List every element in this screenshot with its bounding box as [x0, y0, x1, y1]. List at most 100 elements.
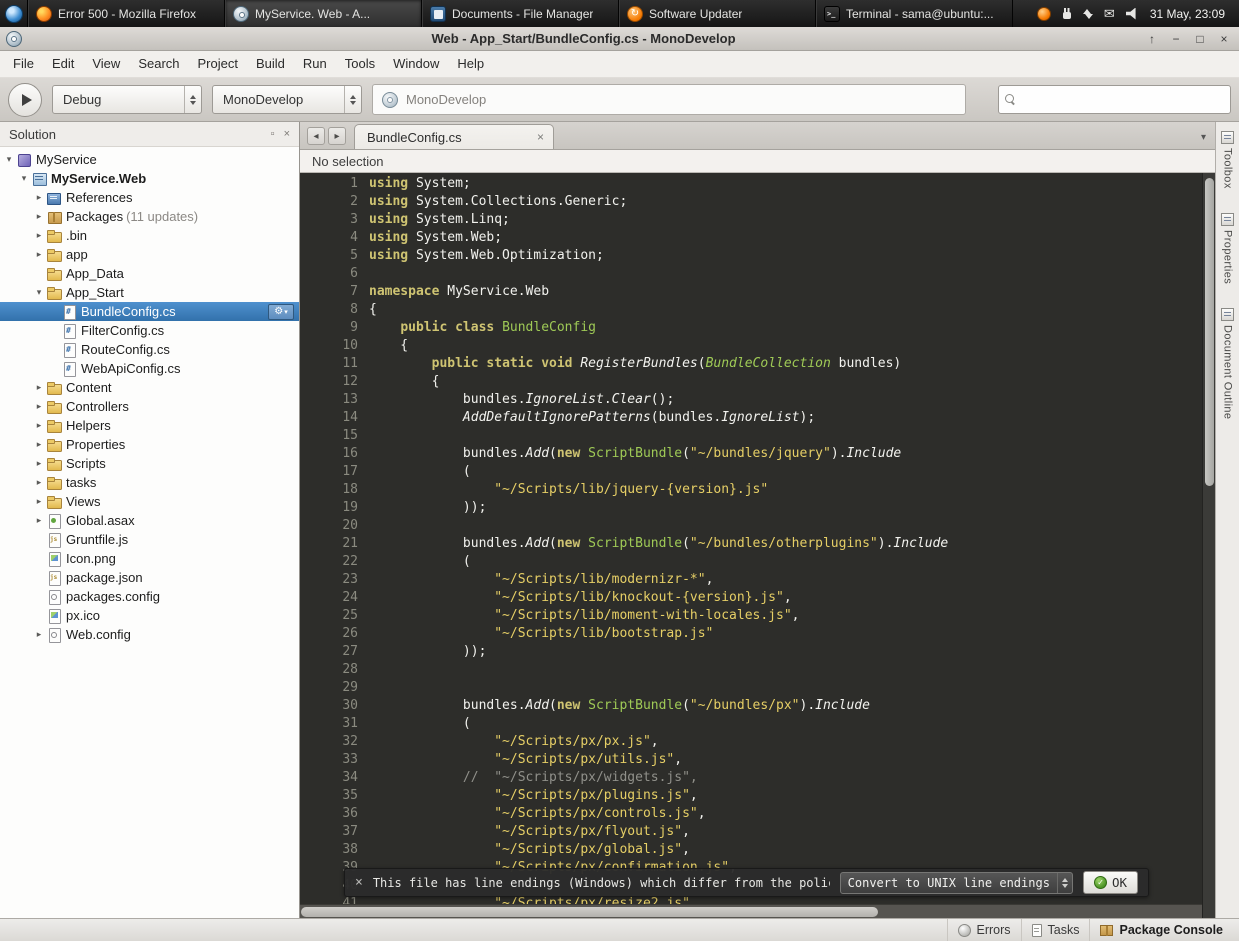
tree-item-properties[interactable]: ▸ Properties	[0, 435, 299, 454]
tree-item-bundleconfig-cs[interactable]: BundleConfig.cs ⚙▾	[0, 302, 299, 321]
statusbar-tasks[interactable]: Tasks	[1020, 919, 1090, 941]
pad-close-icon[interactable]: ×	[284, 128, 290, 140]
tree-item-app-data[interactable]: App_Data	[0, 264, 299, 283]
tree-item-routeconfig-cs[interactable]: RouteConfig.cs	[0, 340, 299, 359]
menu-file[interactable]: File	[4, 51, 43, 77]
pad-autohide-icon[interactable]: ▫	[271, 128, 275, 140]
tree-item-myservice[interactable]: ▾ MyService	[0, 150, 299, 169]
vertical-scrollbar-thumb[interactable]	[1204, 178, 1214, 486]
volume-icon[interactable]	[1125, 7, 1136, 20]
code-text: "~/Scripts/px/controls.js",	[494, 806, 706, 821]
runtime-selector[interactable]: MonoDevelop	[212, 85, 362, 114]
maximize-button[interactable]: □	[1193, 32, 1207, 46]
folder-icon	[46, 266, 62, 282]
horizontal-scrollbar[interactable]	[300, 904, 1202, 918]
tree-item-helpers[interactable]: ▸ Helpers	[0, 416, 299, 435]
tree-item-web-config[interactable]: ▸ Web.config	[0, 625, 299, 644]
tree-item-references[interactable]: ▸ References	[0, 188, 299, 207]
nav-forward-button[interactable]: ▸	[328, 127, 346, 145]
tree-item-packages[interactable]: ▸ Packages (11 updates)	[0, 207, 299, 226]
tree-item-tasks[interactable]: ▸ tasks	[0, 473, 299, 492]
menu-window[interactable]: Window	[384, 51, 448, 77]
menu-tools[interactable]: Tools	[336, 51, 384, 77]
expand-icon[interactable]: ▸	[32, 207, 46, 226]
applications-menu-button[interactable]	[0, 0, 28, 27]
tab-bundleconfig[interactable]: BundleConfig.cs ×	[354, 124, 554, 149]
collapse-icon[interactable]: ▾	[2, 150, 16, 169]
expand-icon[interactable]: ▸	[32, 397, 46, 416]
menu-edit[interactable]: Edit	[43, 51, 83, 77]
tree-item-filterconfig-cs[interactable]: FilterConfig.cs	[0, 321, 299, 340]
tree-item-controllers[interactable]: ▸ Controllers	[0, 397, 299, 416]
taskbar-window-terminal[interactable]: Terminal - sama@ubuntu:...	[816, 0, 1013, 27]
line-number: 32	[342, 734, 358, 749]
dock-tab-document-outline[interactable]: Document Outline	[1221, 307, 1234, 419]
tree-item-gruntfile-js[interactable]: Gruntfile.js	[0, 530, 299, 549]
tree-item-myservice-web[interactable]: ▾ MyService.Web	[0, 169, 299, 188]
collapse-icon[interactable]: ▾	[17, 169, 31, 188]
minimize-button[interactable]: −	[1169, 32, 1183, 46]
collapse-icon[interactable]: ▾	[32, 283, 46, 302]
expand-icon[interactable]: ▸	[32, 492, 46, 511]
horizontal-scrollbar-thumb[interactable]	[301, 906, 879, 917]
dock-tab-toolbox[interactable]: Toolbox	[1221, 131, 1234, 189]
run-button[interactable]	[8, 82, 42, 117]
close-button[interactable]: ×	[1217, 32, 1231, 46]
menu-view[interactable]: View	[83, 51, 129, 77]
line-endings-action-selector[interactable]: Convert to UNIX line endings	[839, 871, 1073, 894]
shade-button[interactable]: ↑	[1145, 32, 1159, 46]
tree-item-webapiconfig-cs[interactable]: WebApiConfig.cs	[0, 359, 299, 378]
network-arrows-icon[interactable]	[1082, 8, 1093, 20]
power-plug-icon[interactable]	[1062, 7, 1072, 20]
tree-item--bin[interactable]: ▸ .bin	[0, 226, 299, 245]
dock-tab-properties[interactable]: Properties	[1221, 212, 1234, 284]
tree-item-package-json[interactable]: package.json	[0, 568, 299, 587]
taskbar-window-monodevelop[interactable]: MyService. Web - A...	[225, 0, 422, 27]
notification-close-icon[interactable]: ×	[355, 875, 363, 890]
status-area[interactable]: MonoDevelop	[372, 84, 966, 115]
expand-icon[interactable]: ▸	[32, 378, 46, 397]
taskbar-window-firefox[interactable]: Error 500 - Mozilla Firefox	[28, 0, 225, 27]
tree-item-views[interactable]: ▸ Views	[0, 492, 299, 511]
tab-list-dropdown-icon[interactable]: ▾	[1201, 132, 1206, 143]
tab-close-icon[interactable]: ×	[537, 130, 544, 144]
item-options-badge[interactable]: ⚙ ▾	[268, 303, 294, 320]
expand-icon[interactable]: ▸	[32, 435, 46, 454]
expand-icon[interactable]: ▸	[32, 511, 46, 530]
nav-back-button[interactable]: ◂	[307, 127, 325, 145]
tree-item-px-ico[interactable]: px.ico	[0, 606, 299, 625]
expand-icon[interactable]: ▸	[32, 473, 46, 492]
configuration-selector[interactable]: Debug	[52, 85, 202, 114]
expand-icon[interactable]: ▸	[32, 245, 46, 264]
tree-item-scripts[interactable]: ▸ Scripts	[0, 454, 299, 473]
expand-icon[interactable]: ▸	[32, 188, 46, 207]
menu-search[interactable]: Search	[129, 51, 188, 77]
expand-icon[interactable]: ▸	[32, 454, 46, 473]
expand-icon[interactable]: ▸	[32, 625, 46, 644]
tree-item-app[interactable]: ▸ app	[0, 245, 299, 264]
menu-help[interactable]: Help	[448, 51, 493, 77]
menu-run[interactable]: Run	[294, 51, 336, 77]
tree-item-packages-config[interactable]: packages.config	[0, 587, 299, 606]
window-titlebar[interactable]: Web - App_Start/BundleConfig.cs - MonoDe…	[0, 27, 1239, 51]
tree-item-icon-png[interactable]: Icon.png	[0, 549, 299, 568]
statusbar-package-console[interactable]: Package Console	[1089, 919, 1233, 941]
taskbar-window-updater[interactable]: Software Updater	[619, 0, 816, 27]
main-area: Solution ▫ × ▾ MyService ▾ MyService.Web ▸ Re…	[0, 122, 1239, 918]
ok-button[interactable]: ✓ OK	[1082, 871, 1138, 894]
clock[interactable]: 31 May, 23:09	[1150, 7, 1229, 21]
menu-project[interactable]: Project	[189, 51, 247, 77]
tree-item-content[interactable]: ▸ Content	[0, 378, 299, 397]
tree-item-app-start[interactable]: ▾ App_Start	[0, 283, 299, 302]
code-editor[interactable]: 1 using System; 2 using System.Collections.…	[300, 173, 1215, 918]
search-input[interactable]	[1021, 92, 1224, 107]
expand-icon[interactable]: ▸	[32, 416, 46, 435]
statusbar-errors[interactable]: Errors	[946, 919, 1021, 941]
tree-item-global-asax[interactable]: ▸ Global.asax	[0, 511, 299, 530]
menu-build[interactable]: Build	[247, 51, 294, 77]
mail-icon[interactable]: ✉	[1104, 7, 1115, 20]
indicator-orange-icon[interactable]	[1036, 6, 1051, 21]
expand-icon[interactable]: ▸	[32, 226, 46, 245]
vertical-scrollbar[interactable]	[1202, 173, 1215, 918]
taskbar-window-files[interactable]: Documents - File Manager	[422, 0, 619, 27]
